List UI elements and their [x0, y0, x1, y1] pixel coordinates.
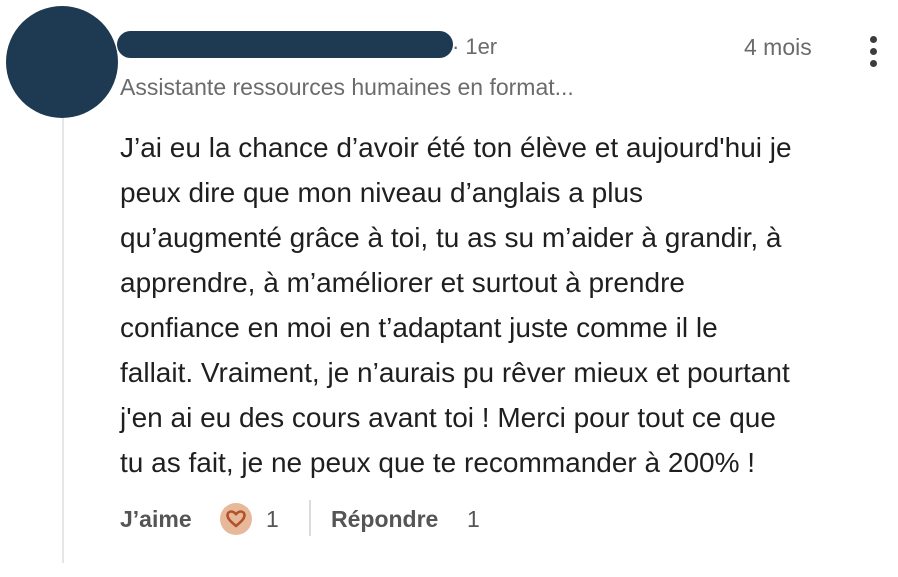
comment-line: confiance en moi en t’adaptant juste com… [120, 312, 718, 343]
comment-card: · 1er 4 mois Assistante ressources humain… [0, 0, 898, 577]
comment-line: peux dire que mon niveau d’anglais a plu… [120, 177, 644, 208]
like-button[interactable]: J’aime [120, 506, 192, 533]
author-headline: Assistante ressources humaines en format… [120, 74, 574, 100]
comment-line: j'en ai eu des cours avant toi ! Merci p… [120, 402, 776, 433]
comment-text: J’ai eu la chance d’avoir été ton élève … [120, 125, 880, 485]
connection-degree: · 1er [452, 34, 497, 60]
more-options-icon[interactable] [862, 32, 886, 72]
reply-button[interactable]: Répondre [331, 506, 438, 533]
heart-icon[interactable] [220, 503, 252, 535]
comment-line: apprendre, à m’améliorer et surtout à pr… [120, 267, 685, 298]
comment-line: tu as fait, je ne peux que te recommande… [120, 447, 756, 478]
heart-glyph [226, 510, 246, 528]
comment-line: J’ai eu la chance d’avoir été ton élève … [120, 132, 792, 163]
thread-line [62, 118, 64, 563]
connection-degree-label: 1er [465, 34, 498, 59]
comment-line: fallait. Vraiment, je n’aurais pu rêver … [120, 357, 790, 388]
redacted-author-name [117, 31, 453, 58]
separator-dot: · [452, 34, 460, 59]
avatar[interactable] [6, 6, 118, 118]
reply-count[interactable]: 1 [467, 506, 480, 533]
comment-timestamp: 4 mois [744, 34, 812, 60]
actions-divider [309, 500, 311, 536]
like-count[interactable]: 1 [266, 506, 279, 533]
comment-line: qu’augmenté grâce à toi, tu as su m’aide… [120, 222, 782, 253]
